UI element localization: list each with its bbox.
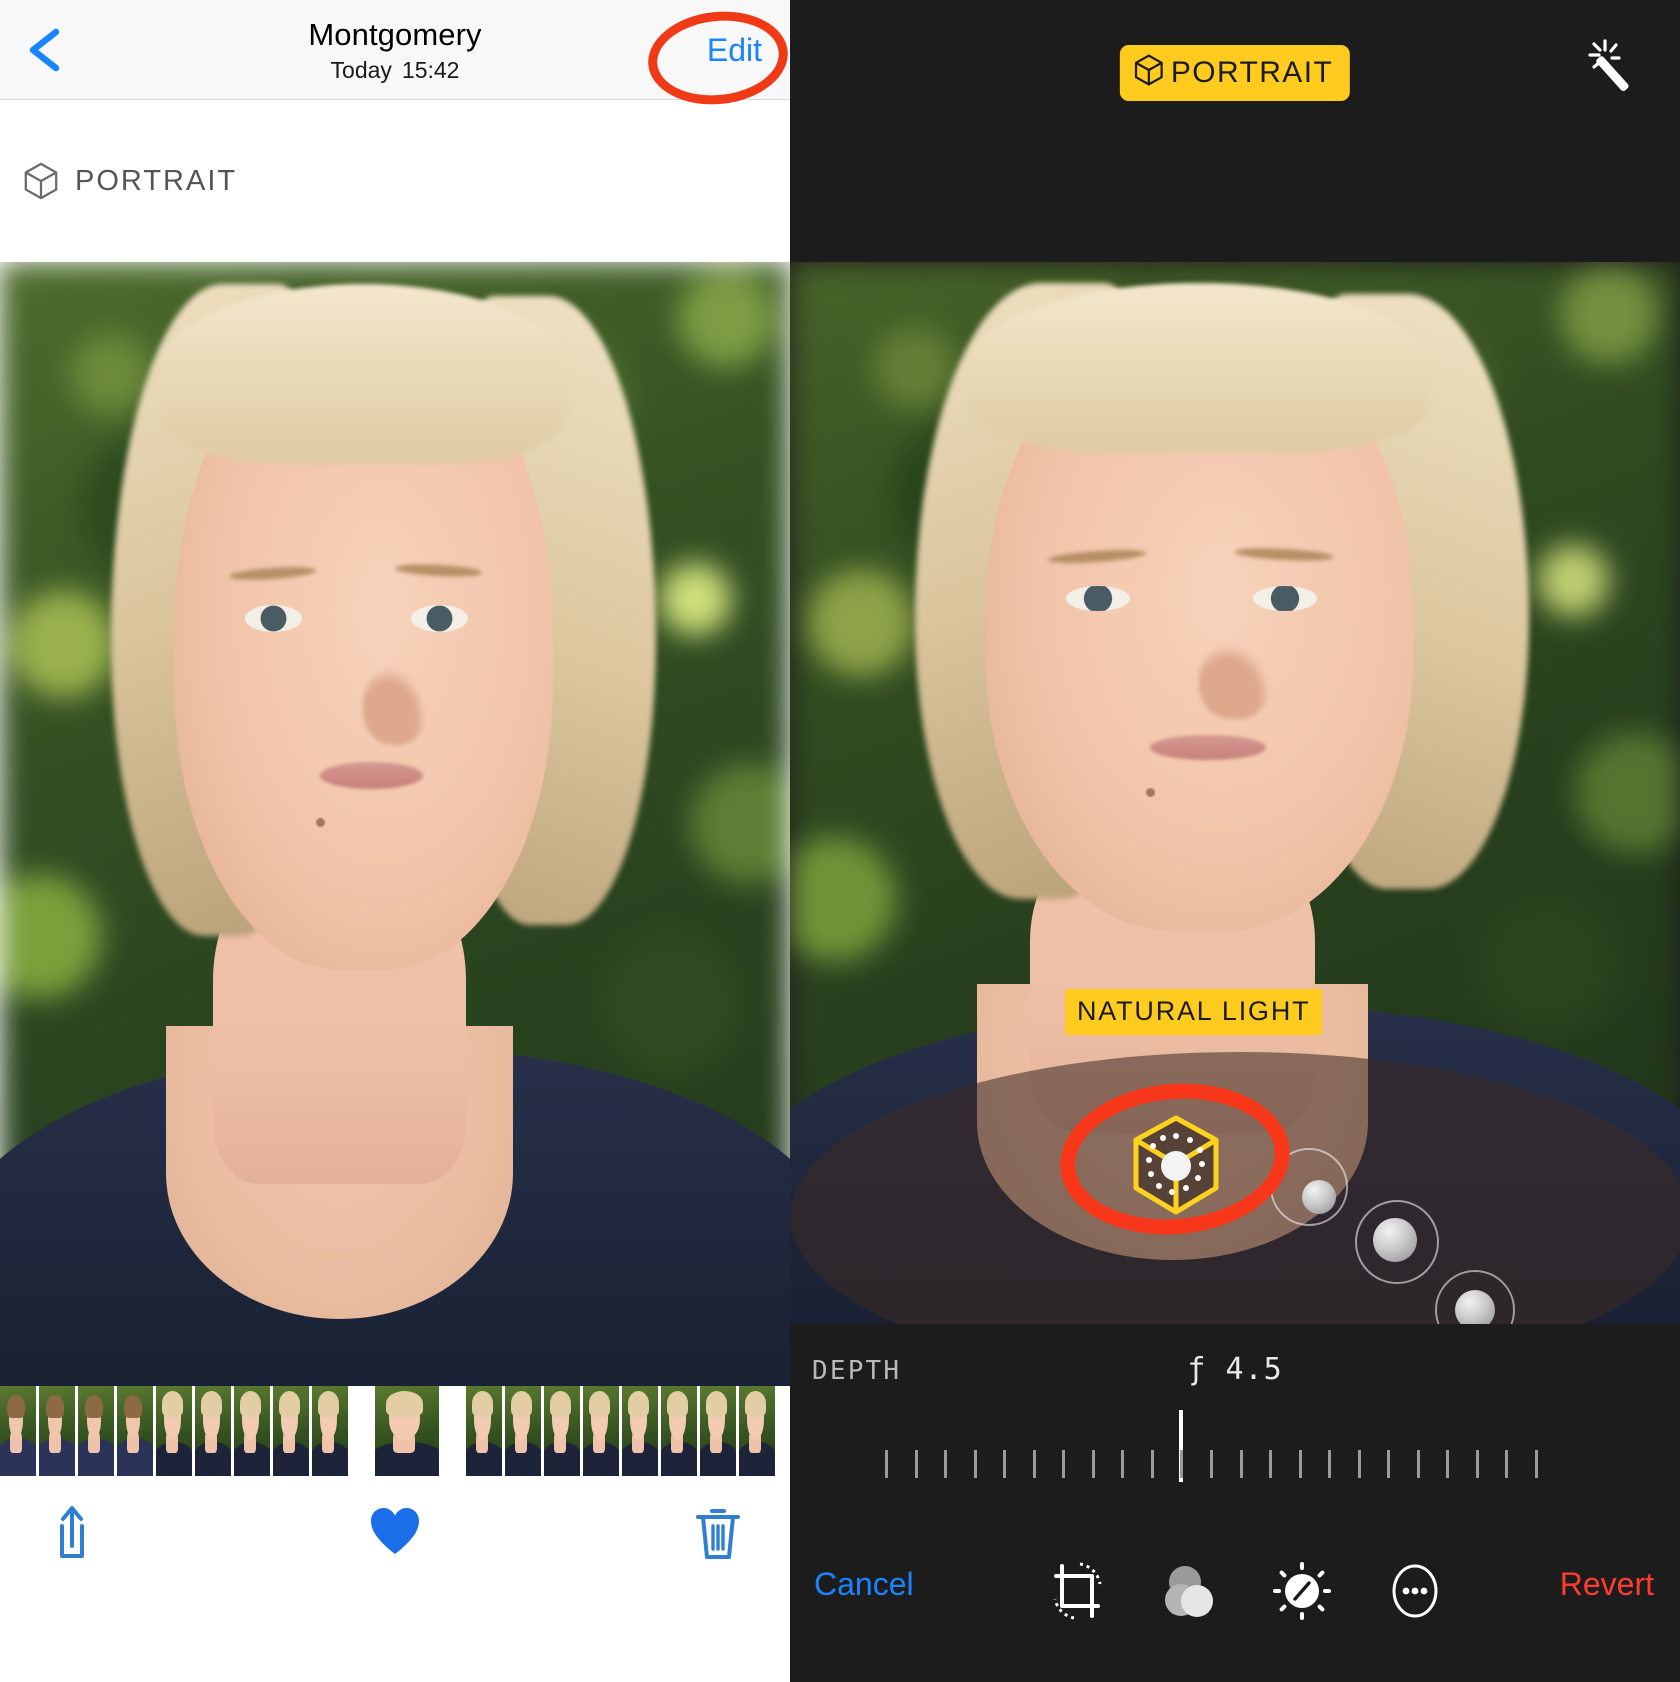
lighting-knob — [1302, 1180, 1336, 1214]
filmstrip-thumbnail[interactable] — [739, 1386, 775, 1476]
filmstrip-thumbnail[interactable] — [583, 1386, 619, 1476]
depth-tick — [1032, 1450, 1036, 1478]
filmstrip-thumbnail[interactable] — [273, 1386, 309, 1476]
depth-label: DEPTH — [812, 1356, 902, 1386]
filmstrip-thumbnail[interactable] — [544, 1386, 580, 1476]
depth-tick — [1357, 1450, 1361, 1478]
depth-tick — [1535, 1450, 1538, 1478]
filmstrip-thumbnail[interactable] — [661, 1386, 697, 1476]
editor-topbar: PORTRAIT — [790, 0, 1680, 262]
magic-wand-icon[interactable] — [1582, 36, 1638, 96]
depth-tick — [1328, 1450, 1332, 1478]
crop-rotate-icon[interactable] — [1046, 1558, 1108, 1624]
depth-tick — [1150, 1450, 1154, 1478]
depth-tick — [1269, 1450, 1273, 1478]
depth-tick — [1387, 1450, 1391, 1478]
photo-editor-panel: PORTRAIT NATURAL LIGHT DEPTH ƒ 4.5 Cance… — [790, 0, 1680, 1682]
filmstrip-thumbnail[interactable] — [312, 1386, 348, 1476]
depth-tick — [1180, 1450, 1184, 1478]
depth-slider[interactable] — [790, 1410, 1680, 1482]
depth-tick — [1121, 1450, 1125, 1478]
editor-toolbar: Cancel Revert — [790, 1524, 1680, 1682]
depth-tick — [914, 1450, 918, 1478]
lighting-option-studio-light[interactable] — [1270, 1148, 1348, 1226]
depth-tick — [1416, 1450, 1420, 1478]
depth-tick — [1091, 1450, 1095, 1478]
filmstrip-thumbnail[interactable] — [39, 1386, 75, 1476]
photo-subject — [0, 262, 790, 1386]
lighting-badge: NATURAL LIGHT — [1065, 989, 1323, 1035]
filmstrip-thumbnail[interactable] — [373, 1386, 441, 1476]
photo-action-toolbar — [0, 1476, 790, 1588]
portrait-mode-toggle[interactable]: PORTRAIT — [1119, 45, 1351, 101]
screenshot-root: Montgomery Today 15:42 Edit PORTRAIT POR… — [0, 0, 1680, 1682]
filmstrip-thumbnail[interactable] — [466, 1386, 502, 1476]
trash-icon[interactable] — [690, 1502, 746, 1562]
filmstrip-thumbnail[interactable] — [700, 1386, 736, 1476]
share-icon[interactable] — [44, 1502, 100, 1562]
lighting-knob — [1455, 1290, 1495, 1324]
filmstrip-thumbnail[interactable] — [505, 1386, 541, 1476]
photo-preview[interactable] — [0, 262, 790, 1386]
adjust-dial-icon[interactable] — [1271, 1558, 1333, 1624]
depth-control: DEPTH ƒ 4.5 — [790, 1324, 1680, 1524]
photos-viewer-panel: Montgomery Today 15:42 Edit PORTRAIT — [0, 0, 790, 1682]
lighting-option-natural-light[interactable] — [1128, 1112, 1224, 1220]
filmstrip-thumbnail[interactable] — [622, 1386, 658, 1476]
lighting-dial-plate — [790, 1052, 1680, 1324]
depth-tick — [1003, 1450, 1007, 1478]
depth-tick — [1239, 1450, 1243, 1478]
depth-tick — [1062, 1450, 1066, 1478]
depth-tick — [1298, 1450, 1302, 1478]
thumbnail-filmstrip[interactable] — [0, 1386, 790, 1476]
cube-portrait-icon — [1133, 53, 1165, 92]
depth-tick — [944, 1450, 948, 1478]
depth-tick — [1505, 1450, 1509, 1478]
depth-tick — [885, 1450, 888, 1478]
media-type-label: PORTRAIT — [75, 164, 238, 197]
media-type-row: PORTRAIT — [0, 100, 790, 262]
cube-portrait-icon — [22, 161, 60, 201]
revert-button[interactable]: Revert — [1560, 1566, 1654, 1603]
filmstrip-thumbnail[interactable] — [156, 1386, 192, 1476]
page-title: Montgomery — [308, 17, 482, 52]
depth-tick — [973, 1450, 977, 1478]
more-ellipsis-icon[interactable] — [1384, 1558, 1446, 1624]
filmstrip-thumbnail[interactable] — [78, 1386, 114, 1476]
filters-icon[interactable] — [1159, 1558, 1221, 1624]
depth-tick — [1210, 1450, 1213, 1478]
lighting-selector[interactable] — [790, 1052, 1680, 1324]
depth-value: ƒ 4.5 — [1187, 1352, 1283, 1387]
photo-timestamp: Today 15:42 — [0, 55, 790, 85]
photo-date: Today — [330, 57, 392, 83]
filmstrip-gap — [442, 1386, 466, 1476]
filmstrip-thumbnail[interactable] — [195, 1386, 231, 1476]
cancel-button[interactable]: Cancel — [814, 1566, 914, 1603]
editor-photo-preview[interactable]: NATURAL LIGHT — [790, 262, 1680, 1324]
photo-time: 15:42 — [401, 57, 460, 83]
depth-tick — [1475, 1450, 1479, 1478]
navigation-bar: Montgomery Today 15:42 Edit — [0, 0, 790, 112]
lighting-option-contour-light[interactable] — [1355, 1200, 1439, 1284]
filmstrip-gap — [351, 1386, 375, 1476]
filmstrip-thumbnail[interactable] — [234, 1386, 270, 1476]
nav-title-group: Montgomery Today 15:42 — [0, 16, 790, 85]
edit-button[interactable]: Edit — [707, 32, 762, 69]
heart-filled-icon[interactable] — [367, 1502, 423, 1562]
editor-tool-icons — [1046, 1558, 1446, 1624]
depth-tick — [1446, 1450, 1450, 1478]
portrait-pill-label: PORTRAIT — [1170, 55, 1334, 89]
lighting-knob — [1373, 1218, 1417, 1262]
filmstrip-thumbnail[interactable] — [117, 1386, 153, 1476]
filmstrip-thumbnail[interactable] — [0, 1386, 36, 1476]
